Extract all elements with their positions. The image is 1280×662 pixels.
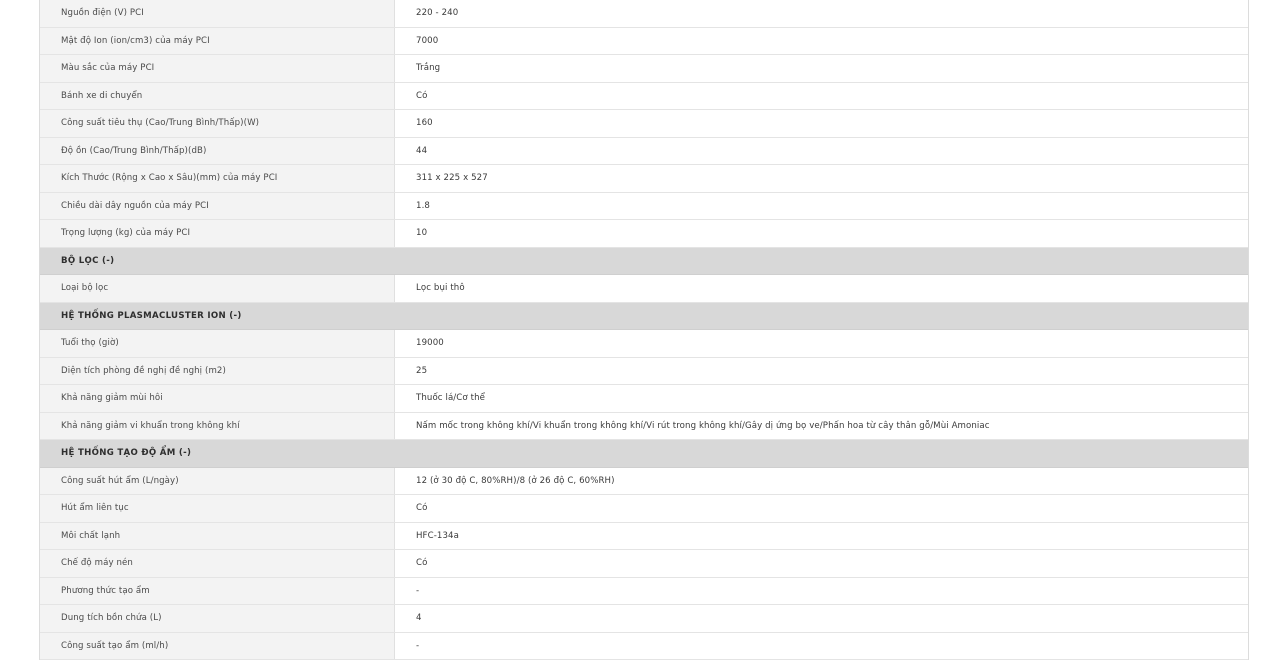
- section-header: BỘ LỌC (-): [40, 247, 1248, 275]
- spec-label: Màu sắc của máy PCI: [40, 55, 395, 82]
- spec-row: Khả năng giảm vi khuẩn trong không khí Nấ…: [40, 412, 1248, 440]
- spec-label: Loại bộ lọc: [40, 275, 395, 302]
- spec-label: Diện tích phòng đề nghị đề nghị (m2): [40, 357, 395, 384]
- spec-value: 311 x 225 x 527: [395, 165, 1248, 192]
- spec-label: Công suất hút ẩm (L/ngày): [40, 467, 395, 494]
- spec-row: Mật độ Ion (ion/cm3) của máy PCI 7000: [40, 27, 1248, 55]
- spec-label: Hút ẩm liên tục: [40, 495, 395, 522]
- section-header: HỆ THỐNG PLASMACLUSTER ION (-): [40, 302, 1248, 330]
- spec-label: Độ ồn (Cao/Trung Bình/Thấp)(dB): [40, 137, 395, 164]
- spec-row: Màu sắc của máy PCI Trắng: [40, 55, 1248, 83]
- spec-row: Chế độ máy nén Có: [40, 550, 1248, 578]
- spec-table: Nguồn điện (V) PCI 220 - 240 Mật độ Ion (i…: [39, 0, 1249, 660]
- spec-row: Khả năng giảm mùi hôi Thuốc lá/Cơ thể: [40, 385, 1248, 413]
- spec-label: Phương thức tạo ẩm: [40, 577, 395, 604]
- spec-label: Dung tích bồn chứa (L): [40, 605, 395, 632]
- spec-value: 25: [395, 357, 1248, 384]
- section-header: HỆ THỐNG TẠO ĐỘ ẨM (-): [40, 440, 1248, 468]
- spec-value: 19000: [395, 330, 1248, 357]
- spec-row: Môi chất lạnh HFC-134a: [40, 522, 1248, 550]
- spec-row: Độ ồn (Cao/Trung Bình/Thấp)(dB) 44: [40, 137, 1248, 165]
- spec-row: Nguồn điện (V) PCI 220 - 240: [40, 0, 1248, 28]
- spec-row: Công suất tạo ẩm (ml/h) -: [40, 632, 1248, 660]
- spec-label: Nguồn điện (V) PCI: [40, 0, 395, 27]
- spec-value: Có: [395, 550, 1248, 577]
- spec-label: Công suất tạo ẩm (ml/h): [40, 632, 395, 659]
- spec-label: Khả năng giảm mùi hôi: [40, 385, 395, 412]
- spec-row: Loại bộ lọc Lọc bụi thô: [40, 275, 1248, 303]
- spec-label: Chiều dài dây nguồn của máy PCI: [40, 192, 395, 219]
- spec-row: Phương thức tạo ẩm -: [40, 577, 1248, 605]
- spec-row: Dung tích bồn chứa (L) 4: [40, 605, 1248, 633]
- spec-label: Bánh xe di chuyển: [40, 82, 395, 109]
- spec-value: 44: [395, 137, 1248, 164]
- spec-label: Kích Thước (Rộng x Cao x Sâu)(mm) của má…: [40, 165, 395, 192]
- spec-label: Môi chất lạnh: [40, 522, 395, 549]
- spec-value: Trắng: [395, 55, 1248, 82]
- spec-value: -: [395, 632, 1248, 659]
- spec-row: Tuổi thọ (giờ) 19000: [40, 330, 1248, 358]
- spec-row: Công suất tiêu thụ (Cao/Trung Bình/Thấp)…: [40, 110, 1248, 138]
- spec-label: Chế độ máy nén: [40, 550, 395, 577]
- spec-row: Hút ẩm liên tục Có: [40, 495, 1248, 523]
- spec-row: Kích Thước (Rộng x Cao x Sâu)(mm) của má…: [40, 165, 1248, 193]
- spec-value: 7000: [395, 27, 1248, 54]
- spec-label: Khả năng giảm vi khuẩn trong không khí: [40, 412, 395, 439]
- spec-value: 10: [395, 220, 1248, 247]
- spec-label: Mật độ Ion (ion/cm3) của máy PCI: [40, 27, 395, 54]
- spec-value: -: [395, 577, 1248, 604]
- spec-value: 160: [395, 110, 1248, 137]
- spec-value: 12 (ở 30 độ C, 80%RH)/8 (ở 26 độ C, 60%R…: [395, 467, 1248, 494]
- spec-value: HFC-134a: [395, 522, 1248, 549]
- spec-value: Có: [395, 495, 1248, 522]
- spec-label: Công suất tiêu thụ (Cao/Trung Bình/Thấp)…: [40, 110, 395, 137]
- spec-row: Trọng lượng (kg) của máy PCI 10: [40, 220, 1248, 248]
- spec-value: Nấm mốc trong không khí/Vi khuẩn trong k…: [395, 412, 1248, 439]
- spec-row: Bánh xe di chuyển Có: [40, 82, 1248, 110]
- spec-row: Diện tích phòng đề nghị đề nghị (m2) 25: [40, 357, 1248, 385]
- spec-value: 4: [395, 605, 1248, 632]
- spec-value: Có: [395, 82, 1248, 109]
- spec-value: 220 - 240: [395, 0, 1248, 27]
- spec-row: Chiều dài dây nguồn của máy PCI 1.8: [40, 192, 1248, 220]
- spec-value: 1.8: [395, 192, 1248, 219]
- spec-row: Công suất hút ẩm (L/ngày) 12 (ở 30 độ C, …: [40, 467, 1248, 495]
- spec-label: Tuổi thọ (giờ): [40, 330, 395, 357]
- spec-label: Trọng lượng (kg) của máy PCI: [40, 220, 395, 247]
- spec-value: Thuốc lá/Cơ thể: [395, 385, 1248, 412]
- spec-value: Lọc bụi thô: [395, 275, 1248, 302]
